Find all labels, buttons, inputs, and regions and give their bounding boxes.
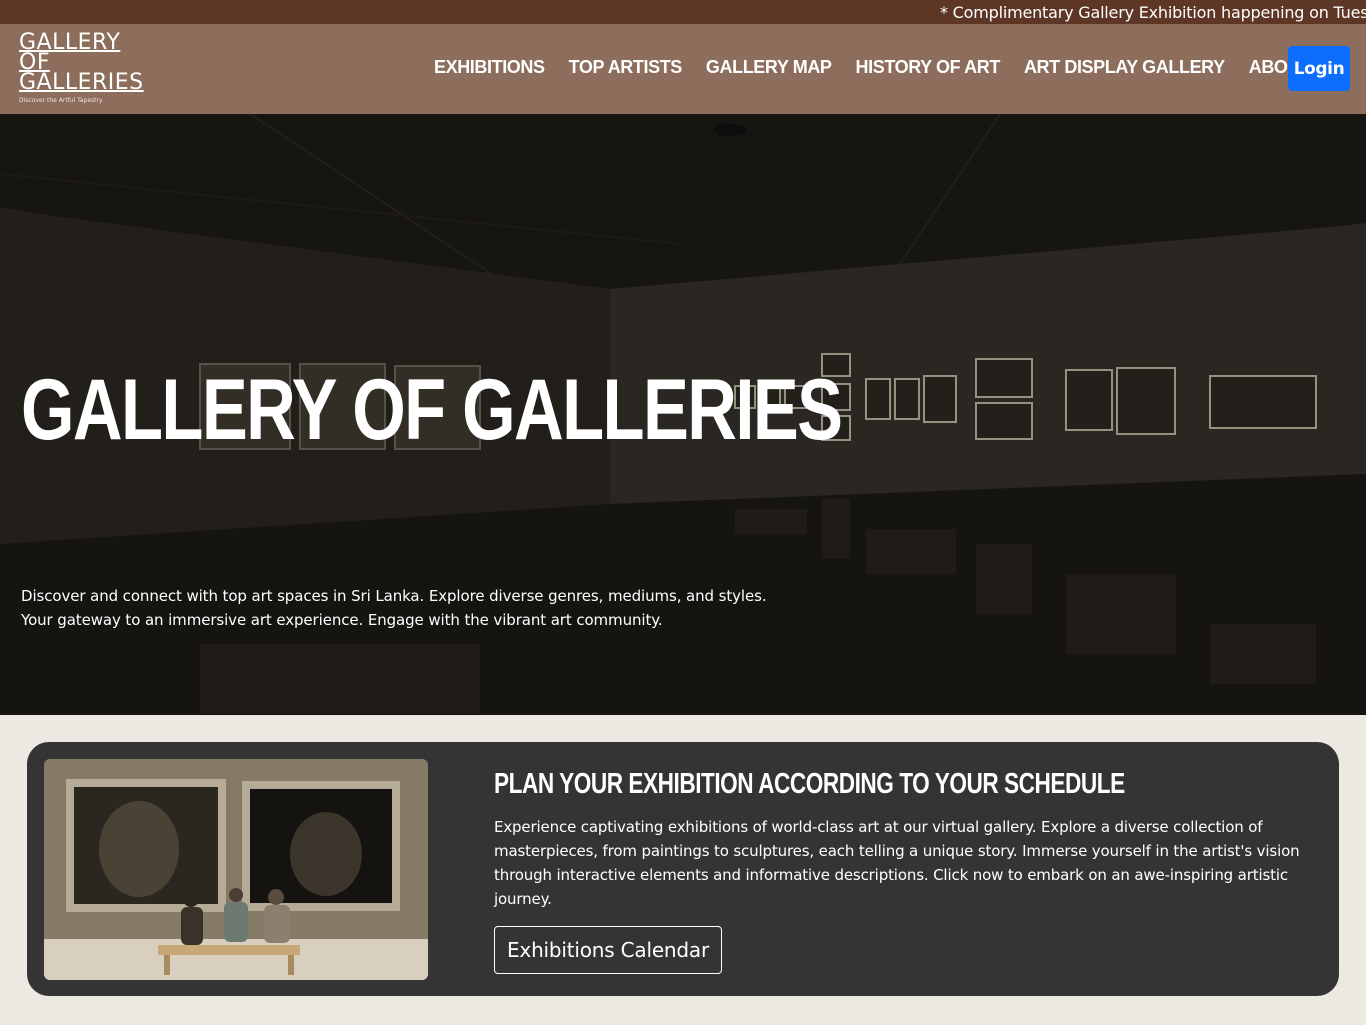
logo-line-3: GALLERIES [19, 70, 144, 95]
hero-section: GALLERY OF GALLERIES Discover and connec… [0, 114, 1366, 715]
navbar: GALLERY OF GALLERIES Discover the Artful… [0, 24, 1366, 114]
announcement-ticker: * Complimentary Gallery Exhibition happe… [0, 0, 1366, 24]
hero-description-line-2: Your gateway to an immersive art experie… [21, 611, 663, 629]
main-nav: EXHIBITIONS TOP ARTISTS GALLERY MAP HIST… [434, 57, 1335, 78]
logo-tagline: Discover the Artful Tapestry [19, 97, 103, 104]
hero-title: GALLERY OF GALLERIES [21, 362, 843, 458]
feature-title: PLAN YOUR EXHIBITION ACCORDING TO YOUR S… [494, 768, 1125, 800]
nav-link-history-of-art[interactable]: HISTORY OF ART [856, 57, 1001, 78]
nav-link-gallery-map[interactable]: GALLERY MAP [706, 57, 832, 78]
hero-description-line-1: Discover and connect with top art spaces… [21, 587, 767, 605]
hero-description: Discover and connect with top art spaces… [21, 584, 841, 632]
nav-link-art-display-gallery[interactable]: ART DISPLAY GALLERY [1024, 57, 1225, 78]
site-logo[interactable]: GALLERY OF GALLERIES Discover the Artful… [19, 32, 179, 108]
exhibition-schedule-card: PLAN YOUR EXHIBITION ACCORDING TO YOUR S… [27, 742, 1339, 996]
exhibition-visitors-image [44, 759, 428, 980]
nav-link-exhibitions[interactable]: EXHIBITIONS [434, 57, 545, 78]
exhibitions-calendar-button[interactable]: Exhibitions Calendar [494, 926, 722, 974]
ticker-text: * Complimentary Gallery Exhibition happe… [940, 3, 1366, 22]
feature-description: Experience captivating exhibitions of wo… [494, 818, 1300, 908]
nav-link-top-artists[interactable]: TOP ARTISTS [569, 57, 683, 78]
login-button[interactable]: Login [1288, 46, 1350, 91]
